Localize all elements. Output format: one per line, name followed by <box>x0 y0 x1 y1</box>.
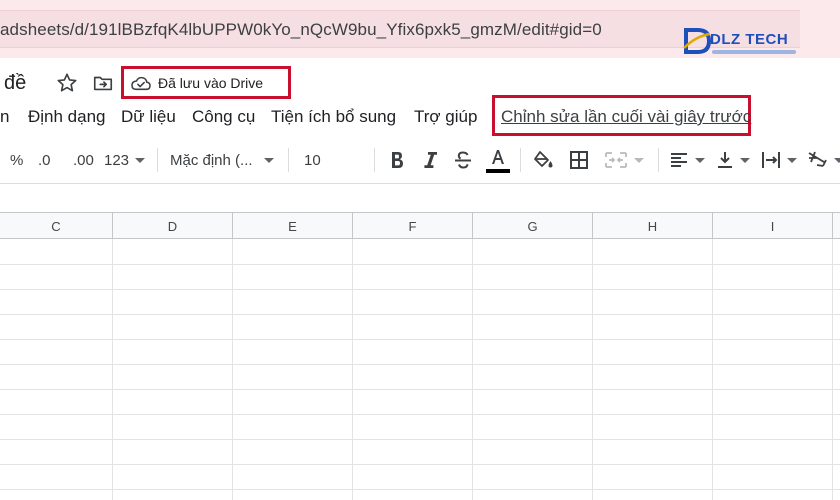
grid-line <box>0 264 840 265</box>
text-color-button[interactable] <box>485 144 511 176</box>
menu-bar: n Định dạng Dữ liệu Công cụ Tiện ích bổ … <box>0 95 840 136</box>
save-status-text[interactable]: Đã lưu vào Drive <box>158 75 263 91</box>
merge-cells-button <box>604 148 644 172</box>
decrease-decimal-label: .0 <box>38 151 51 169</box>
watermark-tagline-bar <box>712 50 796 54</box>
chevron-down-icon <box>264 157 274 163</box>
dlz-logo-mark-icon <box>683 28 712 54</box>
toolbar-divider <box>157 148 158 172</box>
grid-line <box>112 239 113 500</box>
menu-item-format[interactable]: Định dạng <box>28 107 106 127</box>
grid-line <box>0 489 840 490</box>
chevron-down-icon <box>634 157 644 163</box>
fill-color-icon <box>534 151 553 168</box>
text-rotation-icon <box>808 151 827 167</box>
formatting-toolbar: % .0 .00 123 Mặc định (... 10 <box>0 142 840 178</box>
font-size-select[interactable]: 10 <box>304 148 362 172</box>
grid-line <box>0 414 840 415</box>
font-family-value: Mặc định (... <box>170 151 253 169</box>
vertical-align-button[interactable] <box>716 148 750 172</box>
chevron-down-icon <box>135 157 146 163</box>
increase-decimal-label: .00 <box>73 151 94 169</box>
watermark-logo: DLZ TECH <box>672 24 800 64</box>
column-header-h[interactable]: H <box>593 213 713 239</box>
grid-line <box>592 239 593 500</box>
chevron-down-icon <box>834 157 840 163</box>
menu-item-tools[interactable]: Công cụ <box>192 107 255 127</box>
borders-icon <box>570 151 588 169</box>
more-formats-dropdown[interactable]: 123 <box>104 148 146 172</box>
text-wrap-icon <box>762 152 780 168</box>
folder-move-icon[interactable] <box>92 72 114 94</box>
horizontal-align-button[interactable] <box>669 148 705 172</box>
toolbar-divider <box>658 148 659 172</box>
formula-bar[interactable] <box>0 183 840 213</box>
text-color-icon <box>486 150 510 173</box>
italic-icon <box>424 152 437 168</box>
toolbar-divider <box>374 148 375 172</box>
menu-item-help[interactable]: Trợ giúp <box>414 107 477 127</box>
column-header-i[interactable]: I <box>713 213 833 239</box>
toolbar-divider <box>520 148 521 172</box>
column-header-g[interactable]: G <box>473 213 593 239</box>
chevron-down-icon <box>695 157 705 163</box>
menu-item-insert[interactable]: n <box>0 107 9 127</box>
bold-button[interactable] <box>388 148 406 172</box>
url-text[interactable]: adsheets/d/191lBBzfqK4lbUPPW0kYo_nQcW9bu… <box>0 20 602 40</box>
grid-line <box>0 364 840 365</box>
italic-button[interactable] <box>421 148 439 172</box>
doc-title[interactable]: đề <box>4 72 26 95</box>
text-wrap-button[interactable] <box>761 148 797 172</box>
star-icon[interactable] <box>56 72 78 94</box>
last-edit-link[interactable]: Chỉnh sửa lần cuối vài giây trước <box>501 107 751 127</box>
grid-line <box>0 464 840 465</box>
bold-icon <box>392 152 403 168</box>
column-header-f[interactable]: F <box>353 213 473 239</box>
grid-line <box>472 239 473 500</box>
font-size-value: 10 <box>304 151 321 169</box>
chevron-down-icon <box>787 157 797 163</box>
grid-line <box>232 239 233 500</box>
grid-line <box>0 339 840 340</box>
grid-line <box>712 239 713 500</box>
cell-grid[interactable] <box>0 239 840 500</box>
text-rotation-button[interactable] <box>806 148 840 172</box>
grid-line <box>0 314 840 315</box>
fill-color-button[interactable] <box>532 148 554 172</box>
grid-line <box>832 239 833 500</box>
cloud-check-icon <box>131 76 151 91</box>
decrease-decimal-button[interactable]: .0 <box>38 148 51 172</box>
chevron-down-icon <box>740 157 750 163</box>
grid-line <box>0 439 840 440</box>
toolbar-divider <box>288 148 289 172</box>
grid-line <box>352 239 353 500</box>
format-percent-button[interactable]: % <box>10 148 23 172</box>
horizontal-align-icon <box>671 153 687 167</box>
merge-cells-icon <box>605 152 627 168</box>
more-formats-label: 123 <box>104 151 130 169</box>
column-header-e[interactable]: E <box>233 213 353 239</box>
grid-line <box>0 289 840 290</box>
font-family-select[interactable]: Mặc định (... <box>170 148 274 172</box>
vertical-align-icon <box>718 152 732 168</box>
increase-decimal-button[interactable]: .00 <box>73 148 94 172</box>
strikethrough-button[interactable] <box>453 148 473 172</box>
grid-line <box>0 389 840 390</box>
menu-item-data[interactable]: Dữ liệu <box>121 107 176 127</box>
column-header-c[interactable]: C <box>0 213 113 239</box>
menu-item-extensions[interactable]: Tiện ích bổ sung <box>271 107 396 127</box>
column-header-d[interactable]: D <box>113 213 233 239</box>
borders-button[interactable] <box>569 148 589 172</box>
strikethrough-icon <box>455 151 471 169</box>
column-headers: C D E F G H I <box>0 212 840 239</box>
watermark-brand: DLZ TECH <box>710 31 789 48</box>
